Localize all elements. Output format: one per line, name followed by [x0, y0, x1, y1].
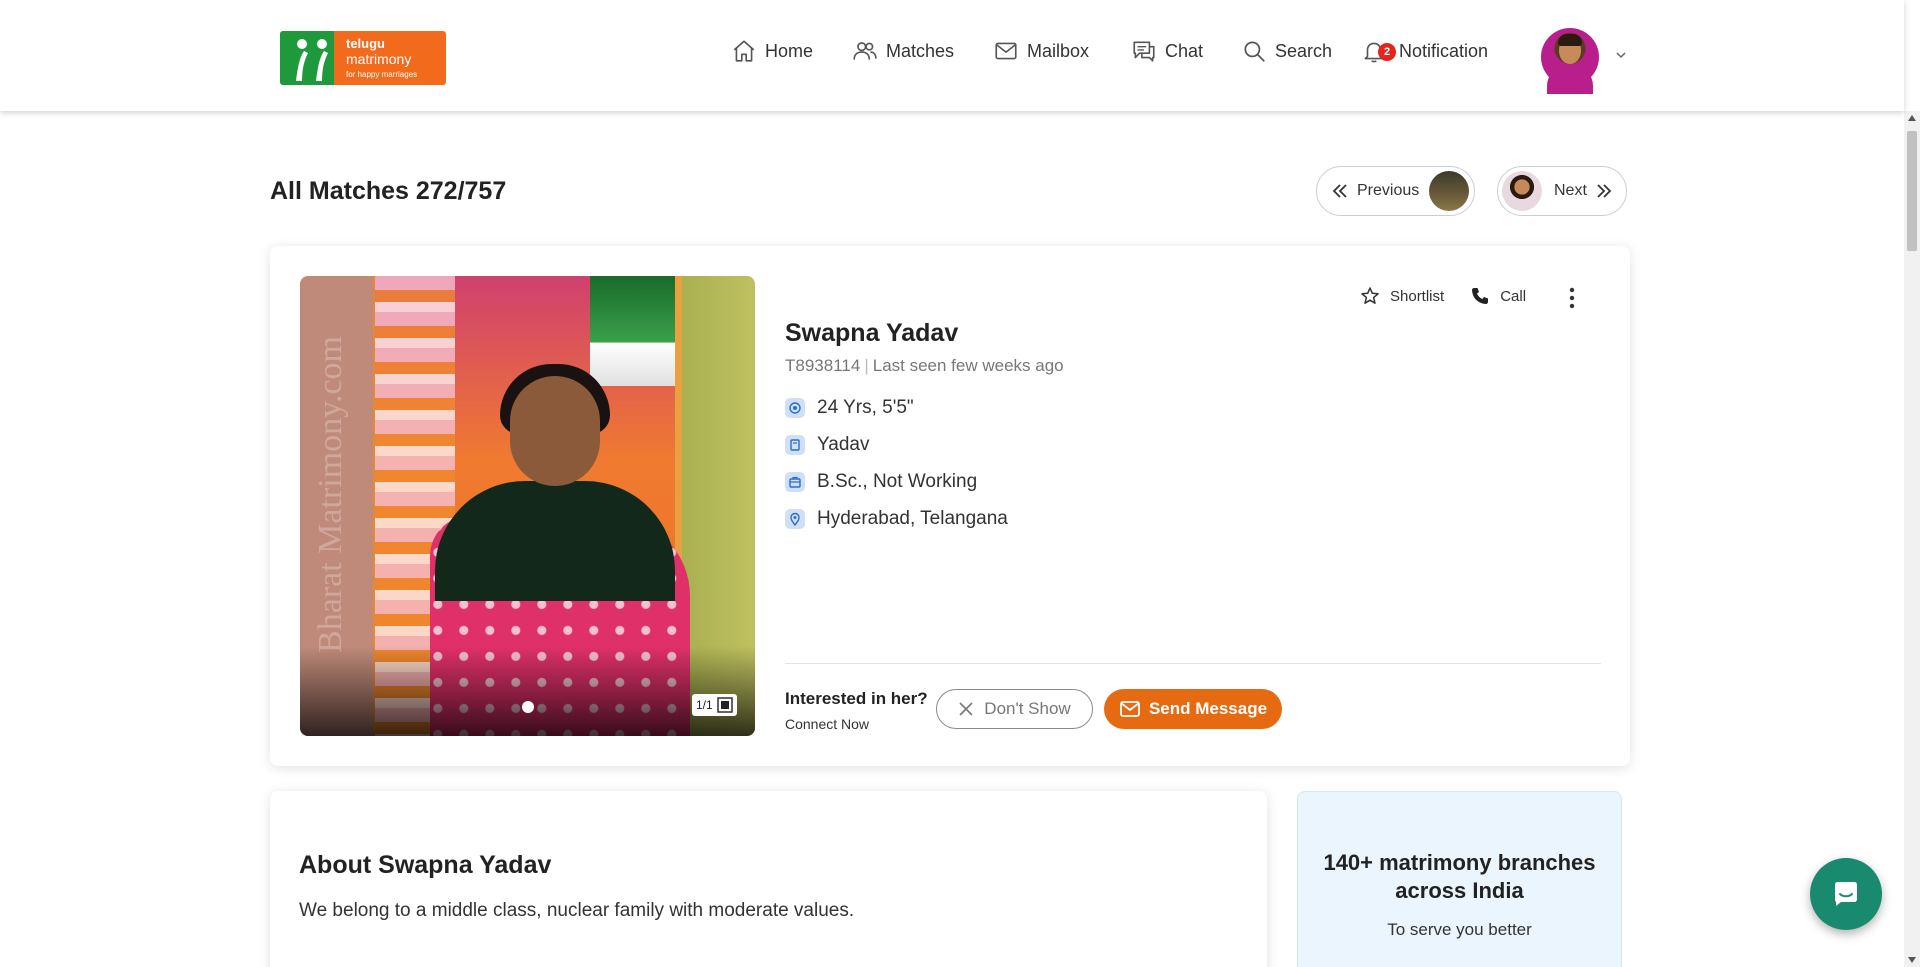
users-icon [853, 42, 877, 60]
send-message-button[interactable]: Send Message [1104, 689, 1282, 729]
notification-count-badge: 2 [1378, 43, 1396, 61]
about-section: About Swapna Yadav We belong to a middle… [270, 791, 1267, 967]
nav-notification-label: Notification [1399, 40, 1489, 61]
double-chevron-right-icon [1597, 184, 1612, 198]
profile-facts: 24 Yrs, 5'5" Yadav B.Sc., Not Working Hy… [785, 389, 1008, 537]
about-text: We belong to a middle class, nuclear fam… [299, 900, 855, 921]
fact-age-height: 24 Yrs, 5'5" [785, 389, 1008, 426]
photo-blouse [435, 481, 675, 601]
mail-icon [995, 42, 1017, 60]
page-title: All Matches 272/757 [270, 177, 507, 205]
scroll-down-arrow-icon[interactable] [1908, 957, 1916, 963]
logo-tagline: for happy marriages [346, 70, 418, 79]
search-icon [1244, 41, 1265, 62]
next-label: Next [1554, 182, 1587, 199]
branches-subtext: To serve you better [1387, 920, 1532, 939]
photo-counter[interactable]: 1/1 [692, 694, 737, 716]
dont-show-label: Don't Show [984, 699, 1071, 718]
avatar-hair [1558, 34, 1582, 46]
home-icon [733, 40, 755, 62]
photo-shade [300, 646, 755, 736]
avatar-shirt [1547, 64, 1593, 94]
education-text: B.Sc., Not Working [817, 470, 978, 492]
profile-id: T8938114 [785, 356, 861, 375]
education-icon [785, 471, 805, 492]
nav-mailbox-label: Mailbox [1027, 40, 1090, 61]
double-chevron-left-icon [1332, 184, 1347, 198]
gallery-icon [716, 697, 733, 713]
send-message-label: Send Message [1148, 699, 1268, 718]
mail-icon [1120, 701, 1140, 717]
caste-text: Yadav [817, 433, 870, 455]
card-divider [785, 663, 1601, 664]
chat-icon [1133, 41, 1155, 62]
location-text: Hyderabad, Telangana [817, 507, 1008, 529]
age-height-text: 24 Yrs, 5'5" [817, 396, 914, 418]
logo-couple-icon [296, 39, 328, 81]
nav-search-label: Search [1275, 40, 1333, 61]
profile-photo[interactable]: Bharat Matrimony.com 1/1 [300, 276, 755, 736]
fact-caste: Yadav [785, 426, 1008, 463]
profile-card: Bharat Matrimony.com 1/1 Shortlist Call … [270, 246, 1630, 766]
previous-label: Previous [1357, 182, 1420, 199]
photo-carousel-dot[interactable] [522, 701, 534, 713]
branches-heading: 140+ matrimony branches across India [1323, 850, 1596, 903]
shortlist-label: Shortlist [1390, 287, 1445, 305]
fact-location: Hyderabad, Telangana [785, 500, 1008, 537]
next-profile-thumbnail [1502, 171, 1542, 211]
dont-show-button[interactable]: Don't Show [936, 689, 1093, 729]
scroll-up-arrow-icon[interactable] [1908, 115, 1916, 121]
photo-count-text: 1/1 [696, 698, 713, 712]
fact-education: B.Sc., Not Working [785, 463, 1008, 500]
next-profile-button[interactable]: Next [1497, 166, 1627, 216]
help-chat-button[interactable] [1810, 858, 1882, 930]
age-height-icon [785, 397, 805, 418]
about-heading: About Swapna Yadav [299, 851, 552, 879]
nav-home[interactable]: Home [731, 36, 813, 66]
location-pin-icon [785, 508, 805, 529]
call-label: Call [1500, 287, 1527, 305]
photo-watermark: Bharat Matrimony.com [312, 336, 349, 653]
top-header: telugu matrimony for happy marriages Hom… [0, 0, 1904, 111]
photo-tv [590, 276, 675, 386]
telugu-matrimony-logo[interactable]: telugu matrimony for happy marriages [280, 31, 446, 85]
phone-icon [1472, 288, 1489, 304]
chevron-down-icon[interactable] [1614, 48, 1628, 62]
bell-wrap: 2 [1361, 38, 1396, 64]
id-separator: | [864, 356, 869, 375]
shortlist-button[interactable]: Shortlist [1360, 286, 1444, 306]
nav-search[interactable]: Search [1241, 36, 1332, 66]
logo-text-matrimony: matrimony [346, 51, 412, 67]
caste-icon [785, 434, 805, 455]
nav-matches-label: Matches [886, 40, 955, 61]
call-button[interactable]: Call [1470, 286, 1526, 306]
chat-bubble-icon [1835, 882, 1857, 906]
profile-id-line: T8938114 | Last seen few weeks ago [785, 356, 1064, 376]
last-seen: Last seen few weeks ago [872, 356, 1064, 375]
previous-profile-thumbnail [1429, 171, 1470, 211]
scroll-thumb[interactable] [1907, 131, 1917, 251]
user-avatar[interactable] [1541, 28, 1599, 94]
connect-now-text: Connect Now [785, 716, 870, 732]
logo-text-telugu: telugu [346, 36, 385, 51]
nav-matches[interactable]: Matches [852, 36, 954, 66]
profile-name: Swapna Yadav [785, 319, 959, 347]
profile-top-actions: Shortlist Call [1360, 286, 1526, 306]
nav-mailbox[interactable]: Mailbox [993, 36, 1089, 66]
nav-home-label: Home [765, 40, 814, 61]
photo-face [510, 376, 600, 486]
page-scrollbar[interactable] [1904, 111, 1920, 967]
nav-chat-label: Chat [1165, 40, 1204, 61]
branches-promo: 140+ matrimony branches across India To … [1297, 791, 1622, 967]
star-icon [1361, 287, 1379, 304]
previous-profile-button[interactable]: Previous [1316, 166, 1475, 216]
more-options-icon[interactable] [1562, 286, 1582, 310]
close-icon [959, 702, 973, 716]
nav-chat[interactable]: Chat [1131, 36, 1203, 66]
interest-question: Interested in her? [785, 689, 928, 708]
nav-notification[interactable]: 2 Notification [1361, 36, 1488, 66]
